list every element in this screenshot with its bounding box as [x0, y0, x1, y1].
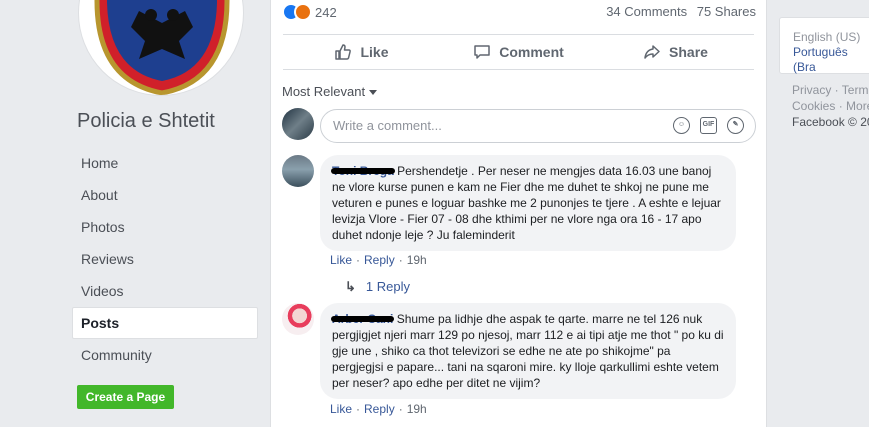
sticker-icon[interactable]: ✎: [727, 117, 744, 134]
post-action-bar: Like Comment Share: [283, 34, 754, 70]
nav-item-photos[interactable]: Photos: [72, 211, 258, 243]
nav-item-reviews[interactable]: Reviews: [72, 243, 258, 275]
comment-like-link[interactable]: Like: [330, 402, 352, 416]
caret-down-icon: [369, 90, 378, 96]
reaction-count[interactable]: 242: [315, 5, 337, 20]
comment-bubble: Toni Brega Pershendetje . Per neser ne m…: [320, 155, 736, 251]
language-box: English (US) Português (Bra: [779, 17, 869, 74]
copyright: Facebook © 20: [792, 115, 869, 129]
comment-button[interactable]: Comment: [440, 35, 597, 69]
comment-composer: Write a comment... ☺ GIF ✎: [282, 108, 756, 144]
nav-item-videos[interactable]: Videos: [72, 275, 258, 307]
current-language: English (US): [793, 30, 861, 44]
comment-like-link[interactable]: Like: [330, 253, 352, 267]
comment-bubble: Arber Cani Shume pa lidhje dhe aspak te …: [320, 303, 736, 399]
current-user-avatar[interactable]: [282, 108, 314, 140]
right-column: English (US) Português (Bra Privacy · Te…: [779, 0, 869, 427]
left-column: Policia e Shtetit Home About Photos Revi…: [0, 0, 270, 427]
comments-count[interactable]: 34 Comments: [606, 4, 687, 19]
redaction-scribble: [331, 316, 395, 322]
share-button[interactable]: Share: [597, 35, 754, 69]
comment-bubble-icon: [474, 45, 490, 59]
replies-count: 1 Reply: [365, 279, 410, 294]
nav-item-about[interactable]: About: [72, 179, 258, 211]
comment-reply-link[interactable]: Reply: [364, 253, 395, 267]
footer-cookies-more[interactable]: Cookies · More: [792, 98, 869, 114]
comment-time[interactable]: 19h: [407, 402, 427, 416]
like-label: Like: [360, 44, 389, 60]
create-page-button[interactable]: Create a Page: [77, 385, 174, 409]
share-label: Share: [669, 44, 708, 60]
like-button[interactable]: Like: [283, 35, 440, 69]
post-counts: 34 Comments 75 Shares: [600, 4, 756, 19]
reply-arrow-icon: ↳: [345, 279, 356, 294]
commenter-avatar[interactable]: [282, 155, 314, 187]
nav-item-posts[interactable]: Posts: [72, 307, 258, 339]
share-arrow-icon: [644, 45, 660, 59]
police-badge-logo: [82, 0, 242, 95]
angry-reaction-icon[interactable]: [294, 3, 312, 21]
comment-meta: Like · Reply · 19h: [330, 253, 427, 267]
nav-item-home[interactable]: Home: [72, 147, 258, 179]
commenter-avatar[interactable]: [282, 303, 314, 335]
redaction-scribble: [331, 168, 395, 174]
post-card: 242 34 Comments 75 Shares Like Comment S…: [270, 0, 767, 427]
shares-count[interactable]: 75 Shares: [697, 4, 756, 19]
emoji-icon[interactable]: ☺: [673, 117, 690, 134]
comment-label: Comment: [499, 44, 564, 60]
sort-label: Most Relevant: [282, 84, 366, 99]
comment-author[interactable]: Toni Brega: [331, 164, 395, 178]
comment-author[interactable]: Arber Cani: [331, 312, 395, 326]
page-profile-picture[interactable]: [78, 0, 244, 96]
comment-reply-link[interactable]: Reply: [364, 402, 395, 416]
page-nav: Home About Photos Reviews Videos Posts C…: [72, 147, 258, 371]
reactions-row: 242 34 Comments 75 Shares: [282, 3, 756, 23]
gif-icon[interactable]: GIF: [700, 117, 717, 134]
language-option[interactable]: Português (Bra: [793, 45, 865, 75]
composer-tools: ☺ GIF ✎: [673, 117, 744, 134]
comment-time[interactable]: 19h: [407, 253, 427, 267]
footer-links: Privacy · Term Cookies · More Facebook ©…: [792, 82, 869, 130]
nav-item-community[interactable]: Community: [72, 339, 258, 371]
footer-privacy-terms[interactable]: Privacy · Term: [792, 82, 869, 98]
thumbs-up-icon: [335, 44, 352, 60]
comment-sort-dropdown[interactable]: Most Relevant: [282, 84, 378, 99]
comment-meta: Like · Reply · 19h: [330, 402, 427, 416]
page-title: Policia e Shtetit: [77, 110, 215, 132]
view-replies-link[interactable]: ↳ 1 Reply: [345, 279, 410, 295]
